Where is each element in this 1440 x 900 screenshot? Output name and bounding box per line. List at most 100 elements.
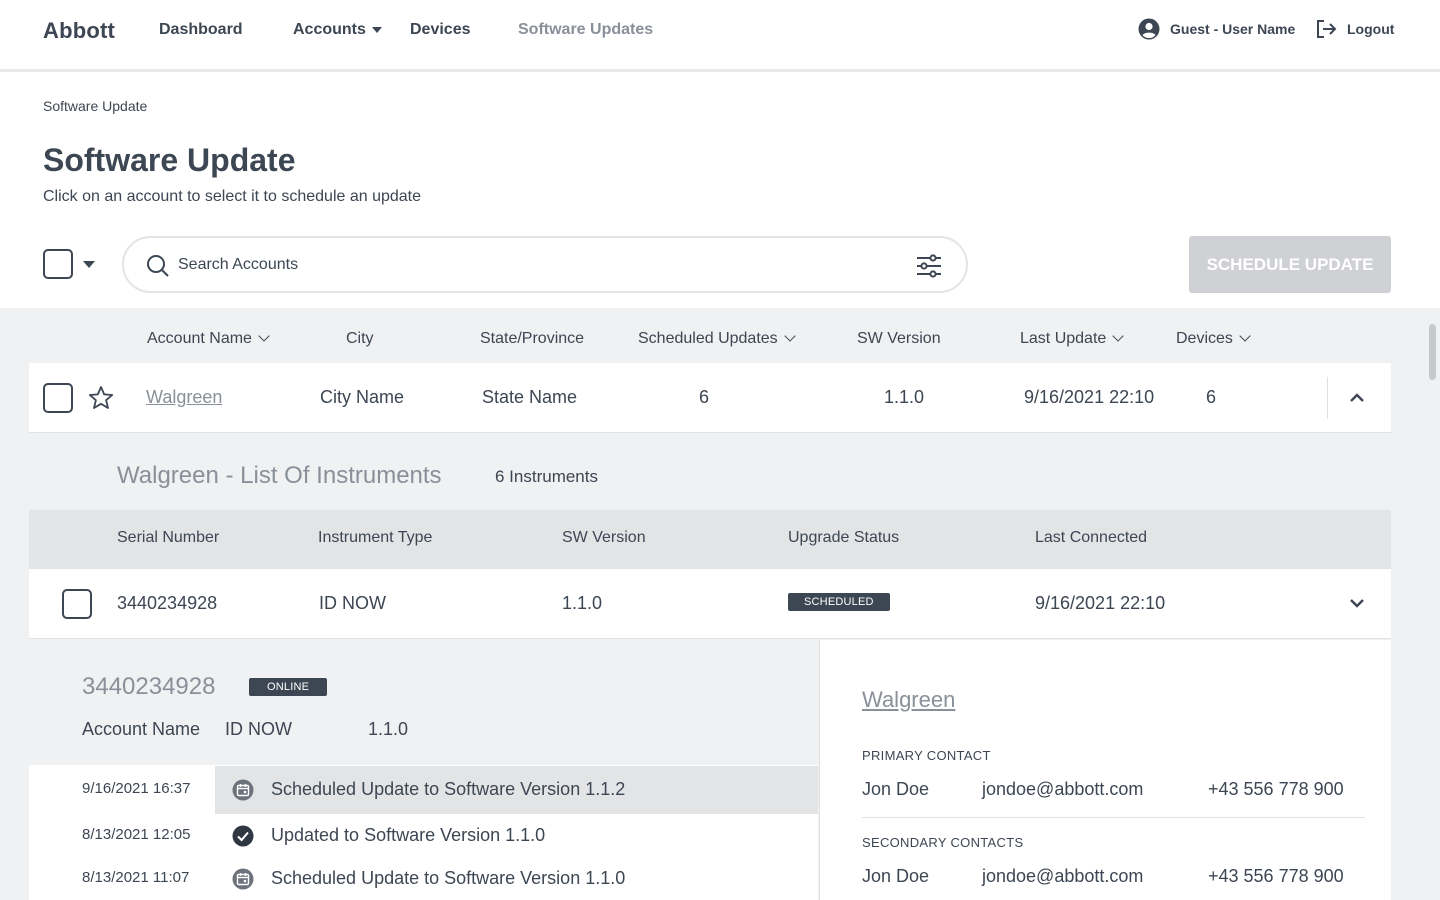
- page-subtitle: Click on an account to select it to sche…: [43, 188, 422, 205]
- col-header-last-connected: Last Connected: [1035, 529, 1148, 546]
- col-header-devices[interactable]: Devices: [1176, 330, 1251, 348]
- detail-account-link[interactable]: Walgreen: [862, 687, 955, 713]
- nav-devices[interactable]: Devices: [410, 21, 471, 39]
- detail-serial: 3440234928: [82, 673, 216, 700]
- history-date: 8/13/2021 11:07: [82, 869, 190, 886]
- contact-name: Jon Doe: [862, 866, 930, 886]
- nav-dashboard[interactable]: Dashboard: [159, 21, 243, 39]
- nav-software-updates[interactable]: Software Updates: [518, 21, 653, 39]
- brand-logo[interactable]: Abbott: [43, 18, 115, 44]
- row-divider: [1327, 377, 1328, 419]
- sort-chevron-icon: [1112, 330, 1124, 342]
- col-header-sw-version: SW Version: [562, 529, 646, 546]
- scrollbar-thumb[interactable]: [1429, 324, 1436, 380]
- col-header-scheduled-updates-label: Scheduled Updates: [638, 330, 778, 347]
- col-header-scheduled-updates[interactable]: Scheduled Updates: [638, 330, 796, 348]
- account-scheduled-updates: 6: [699, 387, 710, 407]
- instruments-table-header: Serial Number Instrument Type SW Version…: [29, 510, 1391, 569]
- logout-icon: [1317, 20, 1337, 38]
- nav-accounts[interactable]: Accounts: [293, 21, 382, 39]
- col-header-last-update[interactable]: Last Update: [1020, 330, 1124, 348]
- col-header-city: City: [346, 330, 374, 347]
- instrument-checkbox[interactable]: [62, 589, 92, 619]
- instrument-serial: 3440234928: [117, 593, 218, 613]
- contact-email[interactable]: jondoe@abbott.com: [982, 866, 1143, 887]
- instrument-sw-version: 1.1.0: [562, 593, 603, 613]
- search-bar: [122, 236, 968, 293]
- sort-chevron-icon: [783, 330, 796, 342]
- instrument-type: ID NOW: [319, 593, 386, 613]
- sort-chevron-icon: [1239, 330, 1251, 342]
- detail-instrument-type: ID NOW: [225, 719, 292, 739]
- online-badge: ONLINE: [249, 678, 328, 696]
- account-state: State Name: [482, 387, 578, 407]
- col-header-last-update-label: Last Update: [1020, 330, 1107, 347]
- star-favorite-icon[interactable]: [88, 385, 114, 411]
- select-options-caret-icon[interactable]: [83, 261, 95, 268]
- detail-account-label: Account Name: [82, 719, 201, 739]
- contact-divider: [862, 817, 1365, 818]
- instruments-title: Walgreen - List Of Instruments: [117, 462, 442, 489]
- logout-button[interactable]: Logout: [1315, 18, 1394, 40]
- col-header-instrument-type: Instrument Type: [318, 529, 433, 546]
- history-text: Scheduled Update to Software Version 1.1…: [271, 868, 626, 888]
- history-date: 9/16/2021 16:37: [82, 780, 191, 797]
- history-text: Updated to Software Version 1.1.0: [271, 825, 546, 845]
- history-date: 8/13/2021 12:05: [82, 826, 191, 843]
- instruments-header: Walgreen - List Of Instruments 6 Instrum…: [29, 434, 1391, 510]
- online-badge-container: ONLINE: [249, 677, 328, 696]
- status-badge: SCHEDULED: [788, 593, 890, 611]
- instrument-row[interactable]: 3440234928 ID NOW 1.1.0 SCHEDULED 9/16/2…: [29, 569, 1391, 639]
- row-checkbox[interactable]: [43, 383, 73, 413]
- col-header-state: State/Province: [480, 330, 585, 347]
- search-input[interactable]: [178, 252, 878, 278]
- primary-contact-label: PRIMARY CONTACT: [862, 748, 991, 763]
- top-navigation-bar: Abbott Dashboard Accounts Devices Softwa…: [0, 0, 1440, 72]
- contact-email[interactable]: jondoe@abbott.com: [982, 779, 1143, 800]
- detail-version: 1.1.0: [368, 719, 409, 739]
- filter-sliders-icon[interactable]: [916, 254, 942, 278]
- user-menu[interactable]: Guest - User Name: [1138, 18, 1295, 40]
- contact-phone[interactable]: +43 556 778 900: [1208, 866, 1344, 887]
- user-name: Guest - User Name: [1170, 21, 1296, 37]
- user-avatar-icon: [1138, 18, 1160, 40]
- contact-name: Jon Doe: [862, 779, 930, 799]
- secondary-contacts-label: SECONDARY CONTACTS: [862, 835, 1024, 850]
- history-item: 9/16/2021 16:37 Scheduled Update to Soft…: [29, 766, 818, 814]
- account-devices: 6: [1206, 387, 1217, 407]
- chevron-up-icon[interactable]: [1349, 391, 1365, 403]
- page-title: Software Update: [43, 142, 296, 178]
- account-last-update: 9/16/2021 22:10: [1024, 387, 1155, 407]
- check-circle-icon: [232, 825, 254, 847]
- instrument-detail-summary: 3440234928 ONLINE Account Name ID NOW 1.…: [29, 640, 818, 765]
- account-name-link[interactable]: Walgreen: [146, 387, 222, 408]
- account-sw-version: 1.1.0: [884, 387, 925, 407]
- search-icon: [147, 255, 169, 277]
- nav-accounts-label: Accounts: [293, 21, 366, 38]
- select-all-checkbox[interactable]: [43, 249, 73, 279]
- calendar-icon: [232, 779, 254, 801]
- account-city: City Name: [320, 387, 405, 407]
- col-header-serial-number: Serial Number: [117, 529, 220, 546]
- sort-chevron-icon: [258, 330, 270, 342]
- chevron-down-icon[interactable]: [1349, 597, 1365, 609]
- account-contact-panel: Walgreen PRIMARY CONTACT Jon Doe jondoe@…: [819, 640, 1391, 900]
- table-row[interactable]: Walgreen City Name State Name 6 1.1.0 9/…: [29, 363, 1391, 433]
- breadcrumb[interactable]: Software Update: [43, 98, 147, 114]
- status-badge-container: SCHEDULED: [788, 592, 890, 611]
- col-header-upgrade-status: Upgrade Status: [788, 529, 900, 546]
- instrument-detail-panel: 3440234928 ONLINE Account Name ID NOW 1.…: [29, 640, 818, 900]
- instrument-last-connected: 9/16/2021 22:10: [1035, 593, 1166, 613]
- schedule-update-button[interactable]: SCHEDULE UPDATE: [1189, 236, 1391, 293]
- history-item: 8/13/2021 12:05 Updated to Software Vers…: [29, 812, 818, 860]
- contact-phone[interactable]: +43 556 778 900: [1208, 779, 1344, 800]
- col-header-sw-version: SW Version: [857, 330, 941, 347]
- logout-label: Logout: [1347, 21, 1395, 37]
- caret-down-icon: [371, 26, 382, 33]
- calendar-icon: [232, 868, 254, 890]
- col-header-account-name[interactable]: Account Name: [147, 330, 270, 348]
- col-header-devices-label: Devices: [1176, 330, 1233, 347]
- history-item: 8/13/2021 11:07 Scheduled Update to Soft…: [29, 855, 818, 900]
- history-text: Scheduled Update to Software Version 1.1…: [271, 779, 626, 799]
- instruments-count: 6 Instruments: [495, 467, 598, 486]
